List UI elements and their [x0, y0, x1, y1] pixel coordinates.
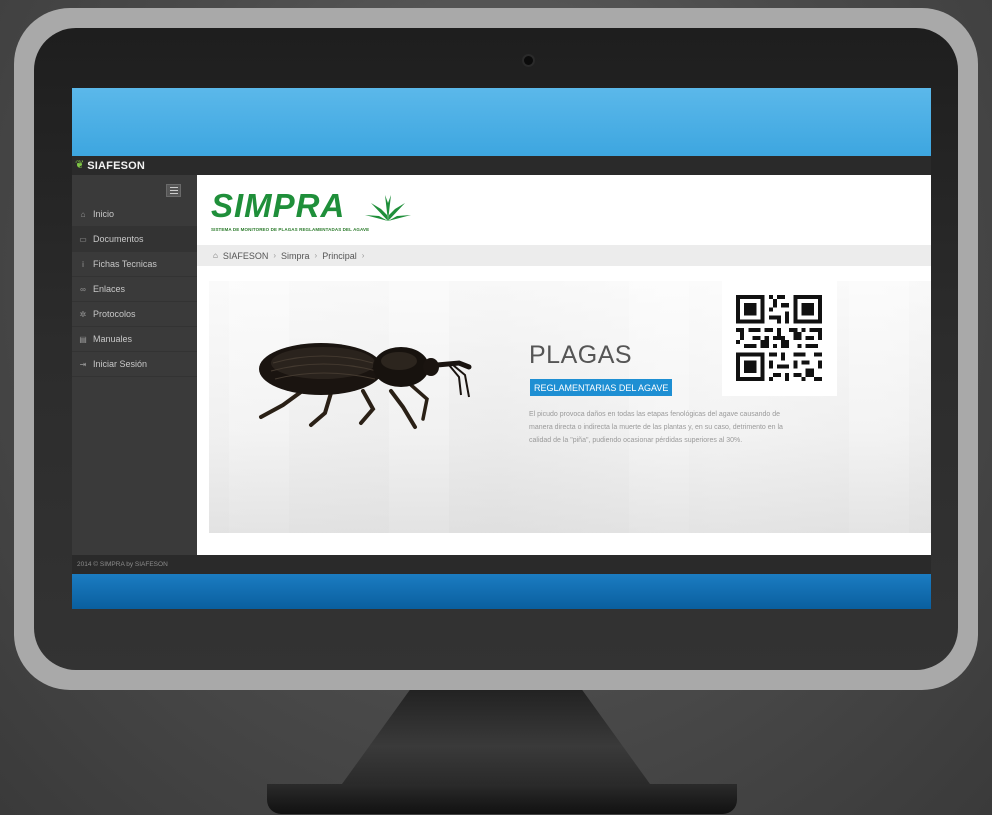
screen-top-band — [72, 88, 931, 156]
sidebar-item-iniciar-sesion[interactable]: ⇥ Iniciar Sesión — [72, 352, 197, 377]
qr-code — [722, 281, 837, 396]
sidebar-item-label: Fichas Tecnicas — [93, 259, 157, 269]
breadcrumb: ⌂ SIAFESON › Simpra › Principal › — [197, 245, 931, 266]
monitor-base — [267, 784, 737, 814]
footer: 2014 © SIMPRA by SIAFESON — [72, 555, 931, 574]
breadcrumb-item-siafeson[interactable]: SIAFESON — [223, 251, 269, 261]
sidebar-item-label: Iniciar Sesión — [93, 359, 148, 369]
brand[interactable]: ❦ SIAFESON — [75, 160, 145, 172]
leaf-logo-icon: ❦ — [75, 159, 85, 171]
breadcrumb-item-simpra[interactable]: Simpra — [281, 251, 310, 261]
weevil-image — [259, 343, 472, 429]
chevron-right-icon: › — [314, 251, 318, 260]
sidebar-item-enlaces[interactable]: ∞ Enlaces — [72, 277, 197, 302]
chevron-right-icon: › — [361, 251, 365, 260]
gear-icon: ✲ — [79, 309, 87, 319]
info-icon: i — [82, 259, 84, 269]
webcam — [524, 56, 533, 65]
top-navbar: ❦ SIAFESON — [72, 156, 931, 175]
sidebar-item-documentos[interactable]: ▭ Documentos — [72, 227, 197, 252]
screen: ❦ SIAFESON ⌂ Inicio ▭ Documentos i Ficha… — [72, 88, 931, 609]
screen-bottom-band — [72, 574, 931, 609]
banner-badge: REGLAMENTARIAS DEL AGAVE — [530, 379, 673, 396]
sidebar-item-manuales[interactable]: ▤ Manuales — [72, 327, 197, 352]
folder-icon: ▭ — [79, 234, 87, 244]
logo-wordmark: SIMPRA — [211, 187, 346, 224]
sign-in-icon: ⇥ — [79, 359, 87, 369]
banner-title: PLAGAS — [529, 341, 633, 369]
sidebar-item-label: Protocolos — [93, 309, 136, 319]
sidebar-item-inicio[interactable]: ⌂ Inicio — [72, 202, 197, 227]
agave-icon — [365, 195, 411, 221]
sidebar-item-label: Documentos — [93, 234, 144, 244]
home-icon: ⌂ — [80, 209, 86, 219]
sidebar-item-protocolos[interactable]: ✲ Protocolos — [72, 302, 197, 327]
link-icon: ∞ — [80, 284, 86, 294]
monitor-stand — [342, 690, 650, 784]
sidebar-item-label: Inicio — [93, 209, 115, 219]
sidebar-nav: ⌂ Inicio ▭ Documentos i Fichas Tecnicas … — [72, 202, 197, 377]
footer-copyright: 2014 © SIMPRA by SIAFESON — [77, 561, 168, 568]
sidebar-item-fichas-tecnicas[interactable]: i Fichas Tecnicas — [72, 252, 197, 277]
simpra-logo[interactable]: SIMPRA SISTEMA DE MONITOREO DE PLAGAS RE… — [211, 189, 471, 239]
hero-banner: PLAGAS REGLAMENTARIAS DEL AGAVE El picud… — [209, 281, 931, 533]
main-content: SIMPRA SISTEMA DE MONITOREO DE PLAGAS RE… — [197, 175, 931, 555]
menu-toggle-button[interactable] — [166, 184, 181, 197]
brand-name: SIAFESON — [87, 159, 146, 172]
sidebar: ⌂ Inicio ▭ Documentos i Fichas Tecnicas … — [72, 175, 197, 555]
banner-description: El picudo provoca daños en todas las eta… — [529, 411, 783, 444]
breadcrumb-item-principal[interactable]: Principal — [322, 251, 357, 261]
book-icon: ▤ — [79, 334, 87, 344]
logo-subtitle: SISTEMA DE MONITOREO DE PLAGAS REGLAMENT… — [211, 227, 370, 232]
sidebar-item-label: Manuales — [93, 334, 133, 344]
sidebar-item-label: Enlaces — [93, 284, 126, 294]
chevron-right-icon: › — [273, 251, 277, 260]
home-icon: ⌂ — [213, 251, 218, 260]
